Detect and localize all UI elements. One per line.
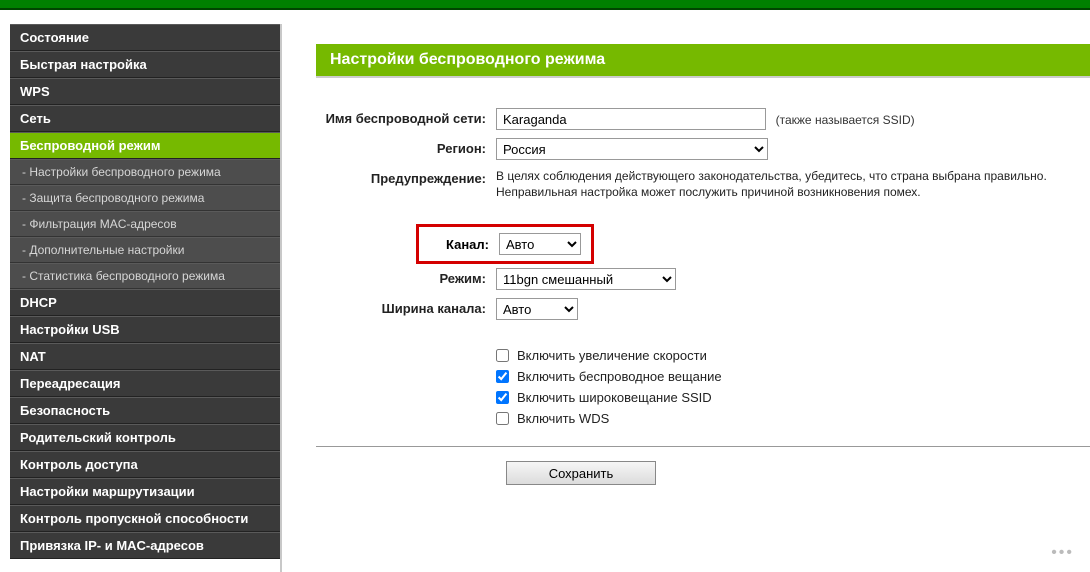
sidebar-item-usb[interactable]: Настройки USB: [10, 316, 280, 343]
sidebar-sub-mac-filter[interactable]: - Фильтрация MAC-адресов: [10, 211, 280, 237]
label-width: Ширина канала:: [316, 298, 496, 316]
chk-wds[interactable]: [496, 412, 509, 425]
sidebar-item-parental[interactable]: Родительский контроль: [10, 424, 280, 451]
title-underline: [316, 76, 1090, 78]
spacer: [0, 10, 1090, 24]
lbl-speed: Включить увеличение скорости: [517, 348, 707, 363]
save-button[interactable]: Сохранить: [506, 461, 656, 485]
row-width: Ширина канала: Авто: [316, 298, 1090, 320]
channel-highlight: Канал: Авто: [416, 224, 594, 264]
label-region: Регион:: [316, 138, 496, 156]
label-ssid: Имя беспроводной сети:: [316, 108, 496, 126]
divider: [316, 446, 1090, 447]
sidebar-item-nat[interactable]: NAT: [10, 343, 280, 370]
mode-select[interactable]: 11bgn смешанный: [496, 268, 676, 290]
resize-grip-icon: •••: [1051, 544, 1074, 562]
lbl-broadcast: Включить беспроводное вещание: [517, 369, 722, 384]
label-mode: Режим:: [316, 268, 496, 286]
region-select[interactable]: Россия: [496, 138, 768, 160]
sidebar-item-access-control[interactable]: Контроль доступа: [10, 451, 280, 478]
sidebar-sub-wireless-security[interactable]: - Защита беспроводного режима: [10, 185, 280, 211]
sidebar: Состояние Быстрая настройка WPS Сеть Бес…: [0, 24, 282, 572]
sidebar-item-forwarding[interactable]: Переадресация: [10, 370, 280, 397]
window-top-bar: [0, 0, 1090, 10]
lbl-wds: Включить WDS: [517, 411, 609, 426]
row-checks: Включить увеличение скорости Включить бе…: [316, 342, 1090, 432]
sidebar-sub-wireless-settings[interactable]: - Настройки беспроводного режима: [10, 159, 280, 185]
sidebar-item-routing[interactable]: Настройки маршрутизации: [10, 478, 280, 505]
chk-ssid[interactable]: [496, 391, 509, 404]
label-empty: [316, 342, 496, 345]
ssid-hint: (также называется SSID): [776, 113, 915, 127]
sidebar-item-network[interactable]: Сеть: [10, 105, 280, 132]
main-container: Состояние Быстрая настройка WPS Сеть Бес…: [0, 24, 1090, 572]
row-region: Регион: Россия: [316, 138, 1090, 160]
sidebar-item-security[interactable]: Безопасность: [10, 397, 280, 424]
row-ssid: Имя беспроводной сети: (также называется…: [316, 108, 1090, 130]
sidebar-item-ip-mac-binding[interactable]: Привязка IP- и MAC-адресов: [10, 532, 280, 559]
sidebar-sub-wireless-stats[interactable]: - Статистика беспроводного режима: [10, 263, 280, 289]
label-channel: Канал:: [419, 237, 499, 252]
sidebar-item-dhcp[interactable]: DHCP: [10, 289, 280, 316]
chk-broadcast[interactable]: [496, 370, 509, 383]
sidebar-item-quick-setup[interactable]: Быстрая настройка: [10, 51, 280, 78]
sidebar-item-bandwidth[interactable]: Контроль пропускной способности: [10, 505, 280, 532]
ssid-input[interactable]: [496, 108, 766, 130]
warning-text: В целях соблюдения действующего законода…: [496, 168, 1090, 200]
page-title: Настройки беспроводного режима: [316, 44, 1090, 76]
row-mode: Режим: 11bgn смешанный: [316, 268, 1090, 290]
sidebar-item-status[interactable]: Состояние: [10, 24, 280, 51]
sidebar-item-wireless[interactable]: Беспроводной режим: [10, 132, 280, 159]
main-panel: Настройки беспроводного режима Имя беспр…: [282, 24, 1090, 572]
row-warning: Предупреждение: В целях соблюдения дейст…: [316, 168, 1090, 200]
channel-select[interactable]: Авто: [499, 233, 581, 255]
sidebar-item-wps[interactable]: WPS: [10, 78, 280, 105]
sidebar-sub-advanced[interactable]: - Дополнительные настройки: [10, 237, 280, 263]
label-warning: Предупреждение:: [316, 168, 496, 186]
width-select[interactable]: Авто: [496, 298, 578, 320]
chk-speed[interactable]: [496, 349, 509, 362]
lbl-ssid: Включить широковещание SSID: [517, 390, 712, 405]
